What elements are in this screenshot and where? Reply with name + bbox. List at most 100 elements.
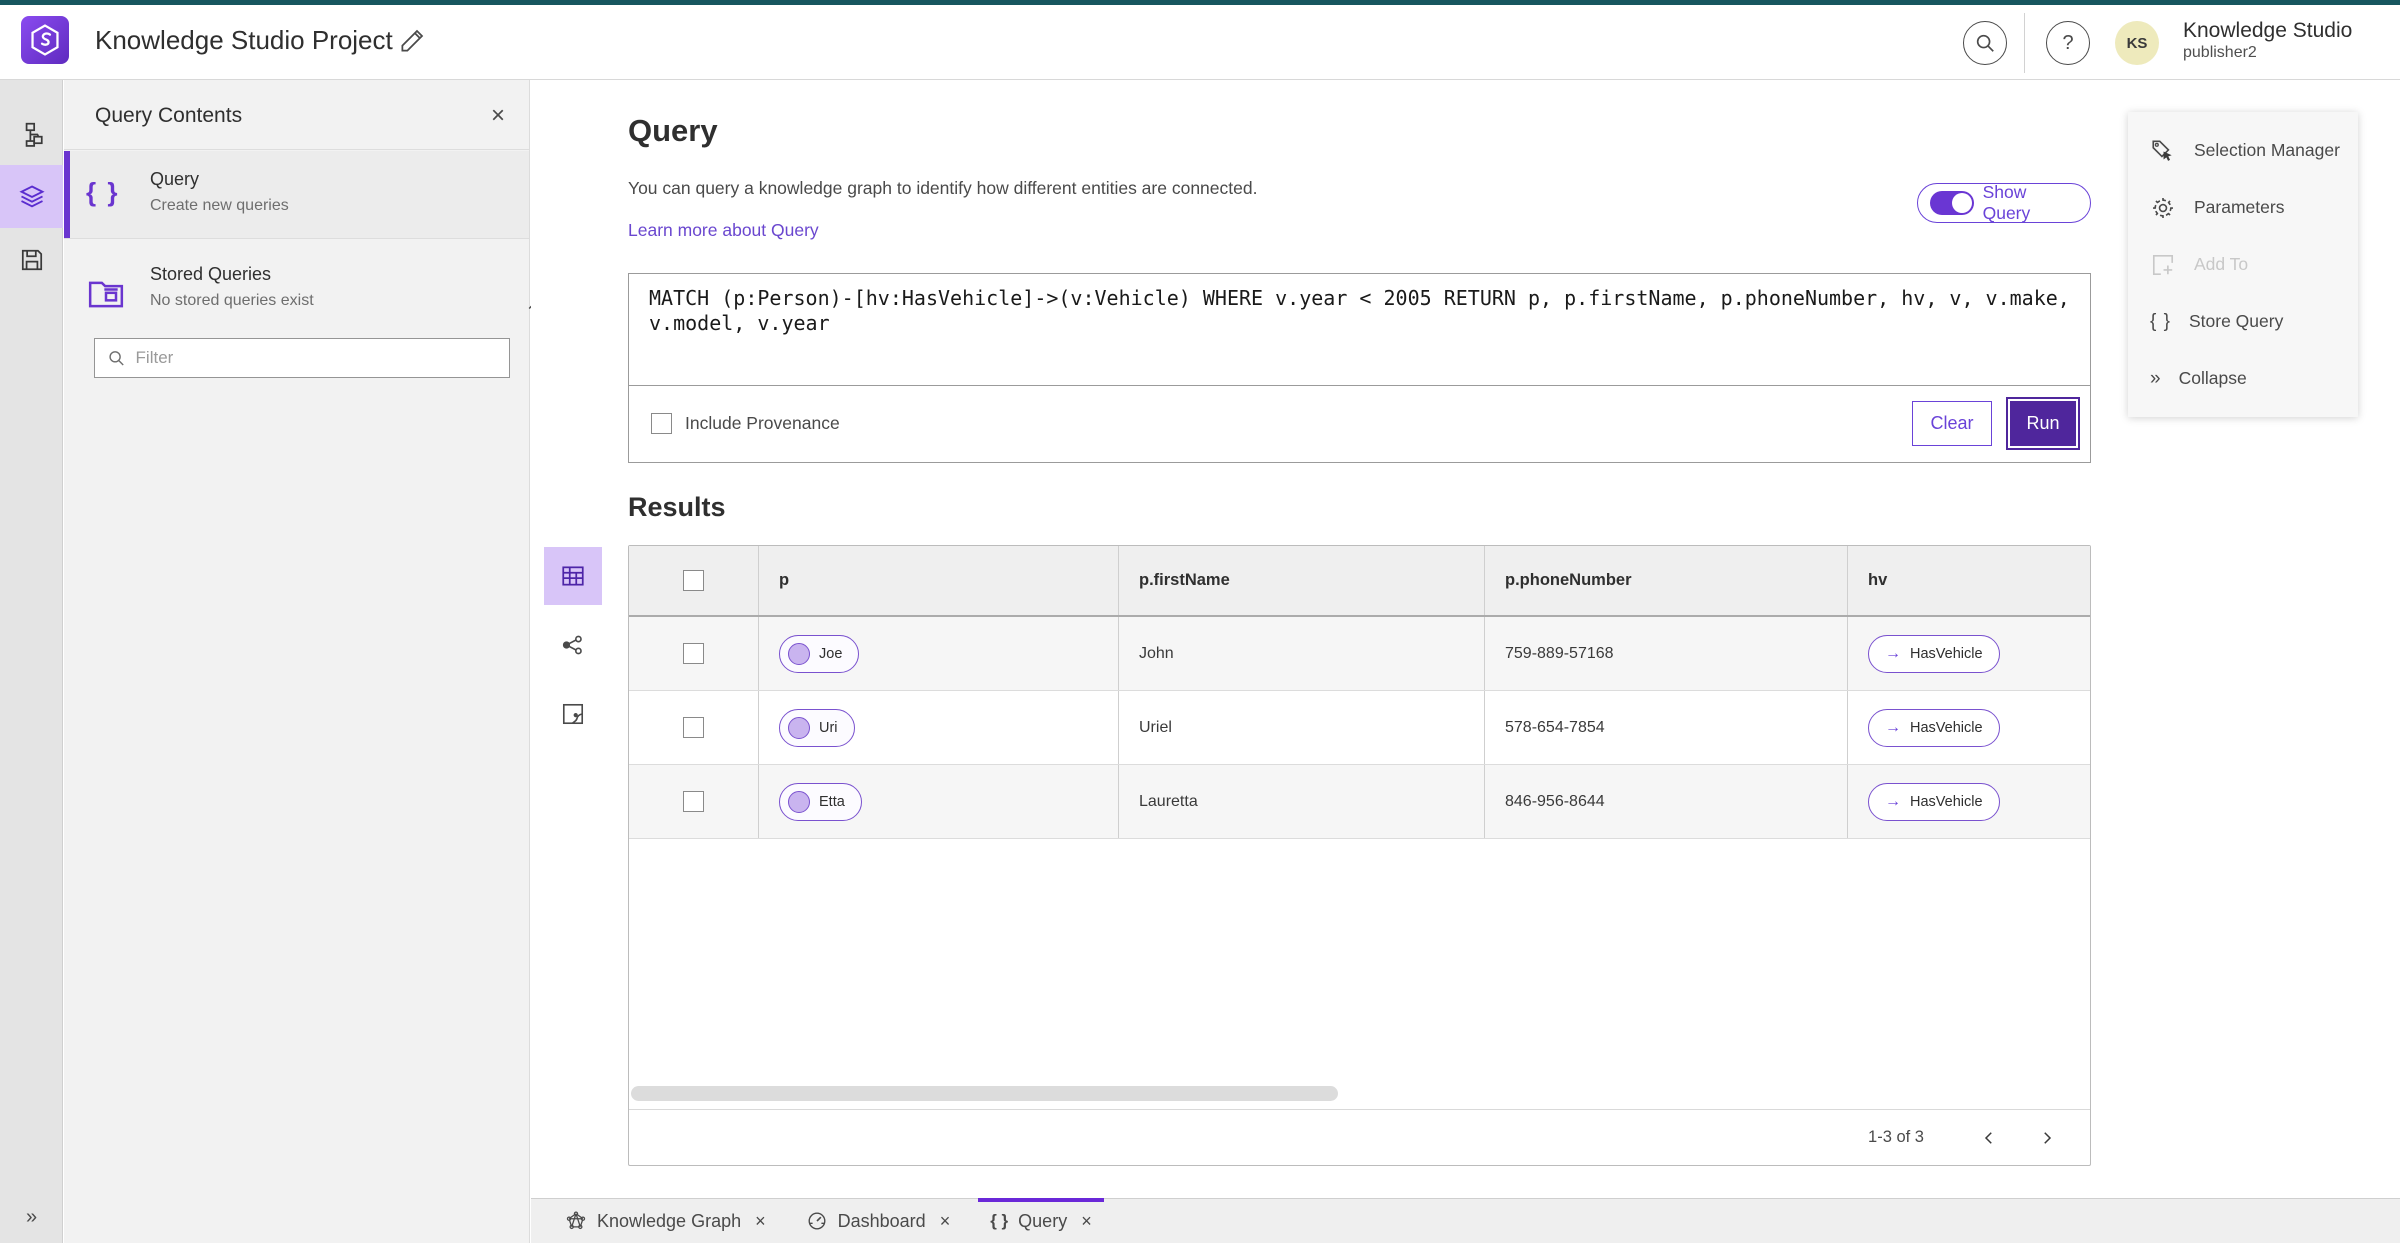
header-divider (2024, 13, 2025, 73)
tab-query[interactable]: { } Query × (970, 1198, 1112, 1243)
column-header-hv[interactable]: hv (1848, 546, 2090, 615)
store-query-label: Store Query (2188, 311, 2284, 331)
query-editor-panel: MATCH (p:Person)-[hv:HasVehicle]->(v:Veh… (628, 273, 2091, 463)
table-pagination: 1-3 of 3 (629, 1109, 2090, 1165)
table-view-button[interactable] (544, 547, 602, 605)
bottom-tab-bar: Knowledge Graph × Dashboard × { } Query … (531, 1198, 2400, 1243)
save-rail-button[interactable] (0, 228, 63, 291)
layers-rail-button[interactable] (0, 165, 63, 228)
cell-phonenumber: 759-889-57168 (1505, 644, 1614, 662)
stored-queries-folder-icon (88, 281, 124, 308)
relationship-pill[interactable]: → HasVehicle (1868, 634, 2000, 673)
user-app-name: Knowledge Studio (2183, 19, 2353, 42)
select-all-checkbox[interactable] (683, 570, 704, 591)
entity-pill[interactable]: Uri (779, 708, 855, 747)
table-row: Joe John 759-889-57168 → HasVehicle (629, 617, 2090, 691)
user-login-name: publisher2 (2183, 44, 2257, 62)
relationship-pill[interactable]: → HasVehicle (1868, 708, 2000, 747)
relationship-label: HasVehicle (1910, 645, 1983, 662)
help-glyph: ? (2062, 31, 2074, 54)
entity-dot-icon (788, 642, 810, 665)
close-tab-icon[interactable]: × (940, 1211, 951, 1232)
collapse-item[interactable]: » Collapse (2128, 350, 2358, 407)
show-query-toggle[interactable]: Show Query (1917, 182, 2091, 223)
learn-more-link[interactable]: Learn more about Query (628, 220, 819, 241)
dashboard-icon (808, 1212, 826, 1230)
selection-manager-item[interactable]: Selection Manager (2128, 122, 2358, 179)
panel-close-icon[interactable]: × (491, 102, 505, 130)
tab-knowledge-graph[interactable]: Knowledge Graph × (545, 1199, 786, 1243)
query-editor-input[interactable]: MATCH (p:Person)-[hv:HasVehicle]->(v:Veh… (629, 274, 2090, 386)
column-header-phonenumber[interactable]: p.phoneNumber (1485, 546, 1848, 615)
data-model-rail-button[interactable] (0, 102, 63, 165)
user-avatar[interactable]: KS (2115, 21, 2159, 65)
query-view: Query You can query a knowledge graph to… (531, 80, 2400, 1198)
row-checkbox[interactable] (683, 717, 704, 738)
table-row: Uri Uriel 578-654-7854 → HasVehicle (629, 691, 2090, 765)
run-button[interactable]: Run (2006, 397, 2080, 450)
cell-firstname: Lauretta (1139, 792, 1198, 810)
add-to-label: Add To (2194, 254, 2249, 274)
arrow-right-icon: → (1885, 718, 1901, 736)
close-tab-icon[interactable]: × (1081, 1211, 1092, 1232)
user-info[interactable]: Knowledge Studio publisher2 (2183, 18, 2352, 62)
left-icon-rail: » (0, 80, 63, 1243)
avatar-initials: KS (2126, 34, 2148, 52)
braces-icon: { } (86, 177, 120, 207)
query-contents-panel: Query Contents × { } Query Create new qu… (64, 80, 542, 1243)
link-chart-view-button[interactable] (544, 616, 602, 674)
store-query-item[interactable]: { } Store Query (2128, 293, 2358, 350)
query-list-item[interactable]: { } Query Create new queries (64, 151, 529, 239)
entity-label: Joe (819, 645, 843, 662)
parameters-label: Parameters (2194, 197, 2285, 217)
toggle-switch[interactable] (1930, 191, 1974, 215)
stored-queries-section[interactable]: Stored Queries No stored queries exist (64, 256, 542, 330)
filter-search-icon (109, 351, 124, 366)
stored-queries-label: Stored Queries (150, 264, 272, 284)
row-checkbox[interactable] (683, 791, 704, 812)
include-provenance-checkbox[interactable] (651, 413, 672, 434)
results-table-card: p p.firstName p.phoneNumber hv Joe John … (628, 545, 2091, 1166)
tab-label: Knowledge Graph (597, 1210, 742, 1231)
next-page-button[interactable] (2032, 1123, 2062, 1153)
braces-icon: { } (2150, 310, 2171, 332)
page-title: Query (628, 113, 718, 148)
app-logo[interactable] (21, 16, 69, 64)
relationship-pill[interactable]: → HasVehicle (1868, 782, 2000, 821)
arrow-right-icon: → (1885, 644, 1901, 662)
column-header-firstname[interactable]: p.firstName (1119, 546, 1485, 615)
collapse-label: Collapse (2178, 368, 2247, 388)
filter-input[interactable] (135, 348, 497, 368)
selected-indicator (64, 151, 70, 238)
stored-queries-sublabel: No stored queries exist (150, 292, 314, 309)
tab-dashboard[interactable]: Dashboard × (786, 1199, 971, 1243)
edit-title-icon[interactable] (398, 25, 430, 57)
close-tab-icon[interactable]: × (755, 1211, 766, 1232)
previous-page-button[interactable] (1974, 1123, 2004, 1153)
clear-button[interactable]: Clear (1912, 401, 1992, 446)
cell-firstname: John (1139, 644, 1174, 662)
braces-icon: { } (990, 1211, 1009, 1230)
row-checkbox[interactable] (683, 643, 704, 664)
add-to-item: Add To (2128, 236, 2358, 293)
collapse-icon: » (2150, 367, 2161, 389)
cell-phonenumber: 578-654-7854 (1505, 718, 1605, 736)
entity-dot-icon (788, 790, 810, 813)
parameters-item[interactable]: Parameters (2128, 179, 2358, 236)
map-view-button[interactable] (544, 685, 602, 743)
expand-rail-icon[interactable]: » (0, 1206, 63, 1229)
search-button[interactable] (1963, 21, 2007, 65)
cell-firstname: Uriel (1139, 718, 1172, 736)
top-accent-strip (0, 0, 2400, 5)
table-row: Etta Lauretta 846-956-8644 → HasVehicle (629, 765, 2090, 839)
entity-pill[interactable]: Etta (779, 782, 862, 821)
entity-pill[interactable]: Joe (779, 634, 860, 673)
column-header-p[interactable]: p (759, 546, 1119, 615)
help-button[interactable]: ? (2046, 21, 2090, 65)
page-description: You can query a knowledge graph to ident… (628, 178, 1258, 198)
include-provenance-label: Include Provenance (685, 413, 840, 433)
horizontal-scrollbar-thumb[interactable] (631, 1086, 1338, 1101)
filter-field (94, 338, 510, 378)
table-header-row: p p.firstName p.phoneNumber hv (629, 546, 2090, 617)
results-view-toolbar (544, 547, 604, 754)
